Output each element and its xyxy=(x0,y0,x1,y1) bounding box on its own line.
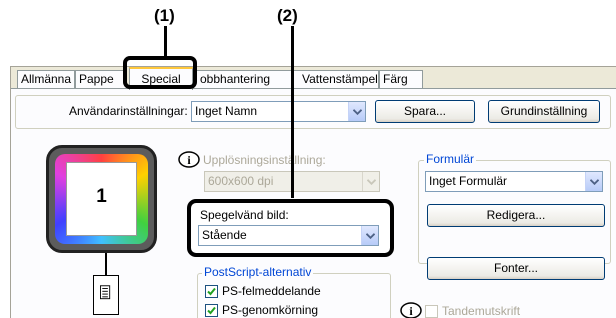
tandem-print-label: Tandemutskrift xyxy=(442,304,521,318)
special-tab-panel: Användarinställningar: Inget Namn Spara.… xyxy=(11,88,616,318)
save-button[interactable]: Spara... xyxy=(375,100,475,123)
form-select[interactable]: Inget Formulär xyxy=(425,171,603,192)
form-title: Formulär xyxy=(424,152,477,166)
chevron-down-icon[interactable] xyxy=(348,102,365,121)
postscript-title: PostScript-alternativ xyxy=(202,265,314,279)
callout-2-leader xyxy=(291,26,294,198)
tab-watermark[interactable]: Vattenstämpel xyxy=(293,70,379,89)
tandem-print-checkbox xyxy=(425,305,438,318)
chevron-down-icon xyxy=(362,172,379,191)
printer-properties-dialog: Allmänna Pappe Special obbhantering Vatt… xyxy=(10,66,616,318)
info-icon[interactable]: i xyxy=(400,302,422,318)
chevron-down-icon[interactable] xyxy=(585,172,602,191)
ps-error-label: PS-felmeddelande xyxy=(222,284,321,298)
info-icon[interactable]: i xyxy=(178,151,200,168)
ps-passthrough-label: PS-genomkörning xyxy=(222,303,319,317)
mirror-image-label: Spegelvänd bild: xyxy=(200,208,289,222)
default-settings-button[interactable]: Grundinställning xyxy=(488,100,600,123)
tab-general[interactable]: Allmänna xyxy=(17,70,75,89)
mirror-image-value: Stående xyxy=(202,228,247,242)
document-icon xyxy=(93,275,119,315)
tab-job-handling[interactable]: obbhantering xyxy=(193,70,293,89)
user-settings-value: Inget Namn xyxy=(195,104,258,118)
callout-1-leader xyxy=(164,26,167,60)
callout-1: (1) xyxy=(154,6,175,25)
page-preview: 1 xyxy=(46,145,157,253)
resolution-label: Upplösningsinställning: xyxy=(203,153,326,167)
special-tab-highlight xyxy=(123,56,197,89)
tab-paper[interactable]: Pappe xyxy=(75,70,127,89)
resolution-value: 600x600 dpi xyxy=(208,174,274,188)
chevron-down-icon[interactable] xyxy=(361,226,378,245)
fonts-button[interactable]: Fonter... xyxy=(427,257,605,280)
mirror-image-select[interactable]: Stående xyxy=(198,225,379,246)
callout-2: (2) xyxy=(277,6,298,25)
form-value: Inget Formulär xyxy=(429,174,508,188)
ps-error-checkbox[interactable] xyxy=(205,285,218,298)
page-number: 1 xyxy=(96,186,107,207)
ps-passthrough-checkbox[interactable] xyxy=(205,304,218,317)
tab-color[interactable]: Färg xyxy=(379,70,423,89)
user-settings-select[interactable]: Inget Namn xyxy=(191,101,366,122)
preview-connector xyxy=(105,253,107,275)
user-settings-label: Användarinställningar: xyxy=(69,104,188,118)
edit-form-button[interactable]: Redigera... xyxy=(427,204,605,227)
tab-bar: Allmänna Pappe Special obbhantering Vatt… xyxy=(11,67,616,90)
